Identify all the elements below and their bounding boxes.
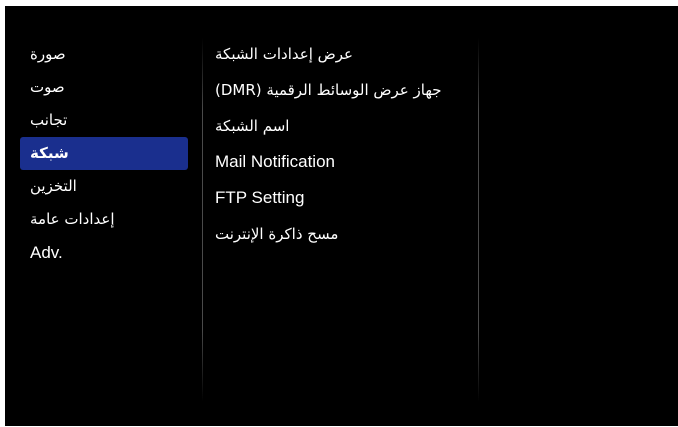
menu-item-sound[interactable]: صوت (20, 71, 188, 104)
column-divider (478, 38, 479, 402)
menu-item-storage[interactable]: التخزين (20, 170, 188, 203)
submenu-item-label: Mail Notification (215, 152, 335, 171)
menu-item-label: إعدادات عامة (30, 210, 115, 228)
submenu-item-label: مسح ذاكرة الإنترنت (215, 225, 339, 243)
submenu-item-label: جهاز عرض الوسائط الرقمية (DMR) (215, 81, 442, 99)
menu-item-label: تجانب (30, 111, 68, 129)
column-divider (202, 38, 203, 402)
menu-item-label: صورة (30, 45, 66, 63)
submenu-item-label: عرض إعدادات الشبكة (215, 45, 353, 63)
menu-item-advanced[interactable]: Adv. (20, 236, 188, 269)
submenu-item-clear-internet-memory[interactable]: مسح ذاكرة الإنترنت (215, 216, 475, 252)
main-category-menu: صورة صوت تجانب شبكة التخزين إعدادات عامة… (20, 38, 188, 269)
menu-item-label: التخزين (30, 177, 77, 195)
submenu-item-mail-notification[interactable]: Mail Notification (215, 144, 475, 180)
submenu-item-dmr[interactable]: جهاز عرض الوسائط الرقمية (DMR) (215, 72, 475, 108)
menu-item-tiling[interactable]: تجانب (20, 104, 188, 137)
submenu-item-view-network-settings[interactable]: عرض إعدادات الشبكة (215, 36, 475, 72)
osd-menu-screen: صورة صوت تجانب شبكة التخزين إعدادات عامة… (5, 6, 678, 426)
top-edge-mark (485, 6, 486, 10)
menu-item-general-settings[interactable]: إعدادات عامة (20, 203, 188, 236)
submenu-item-label: FTP Setting (215, 188, 305, 207)
menu-item-label: شبكة (30, 144, 69, 162)
menu-item-label: صوت (30, 78, 65, 96)
submenu-item-label: اسم الشبكة (215, 117, 290, 135)
menu-item-network[interactable]: شبكة (20, 137, 188, 170)
submenu-item-network-name[interactable]: اسم الشبكة (215, 108, 475, 144)
submenu-item-ftp-setting[interactable]: FTP Setting (215, 180, 475, 216)
menu-item-label: Adv. (30, 243, 63, 262)
menu-item-picture[interactable]: صورة (20, 38, 188, 71)
network-submenu: عرض إعدادات الشبكة جهاز عرض الوسائط الرق… (215, 36, 475, 252)
